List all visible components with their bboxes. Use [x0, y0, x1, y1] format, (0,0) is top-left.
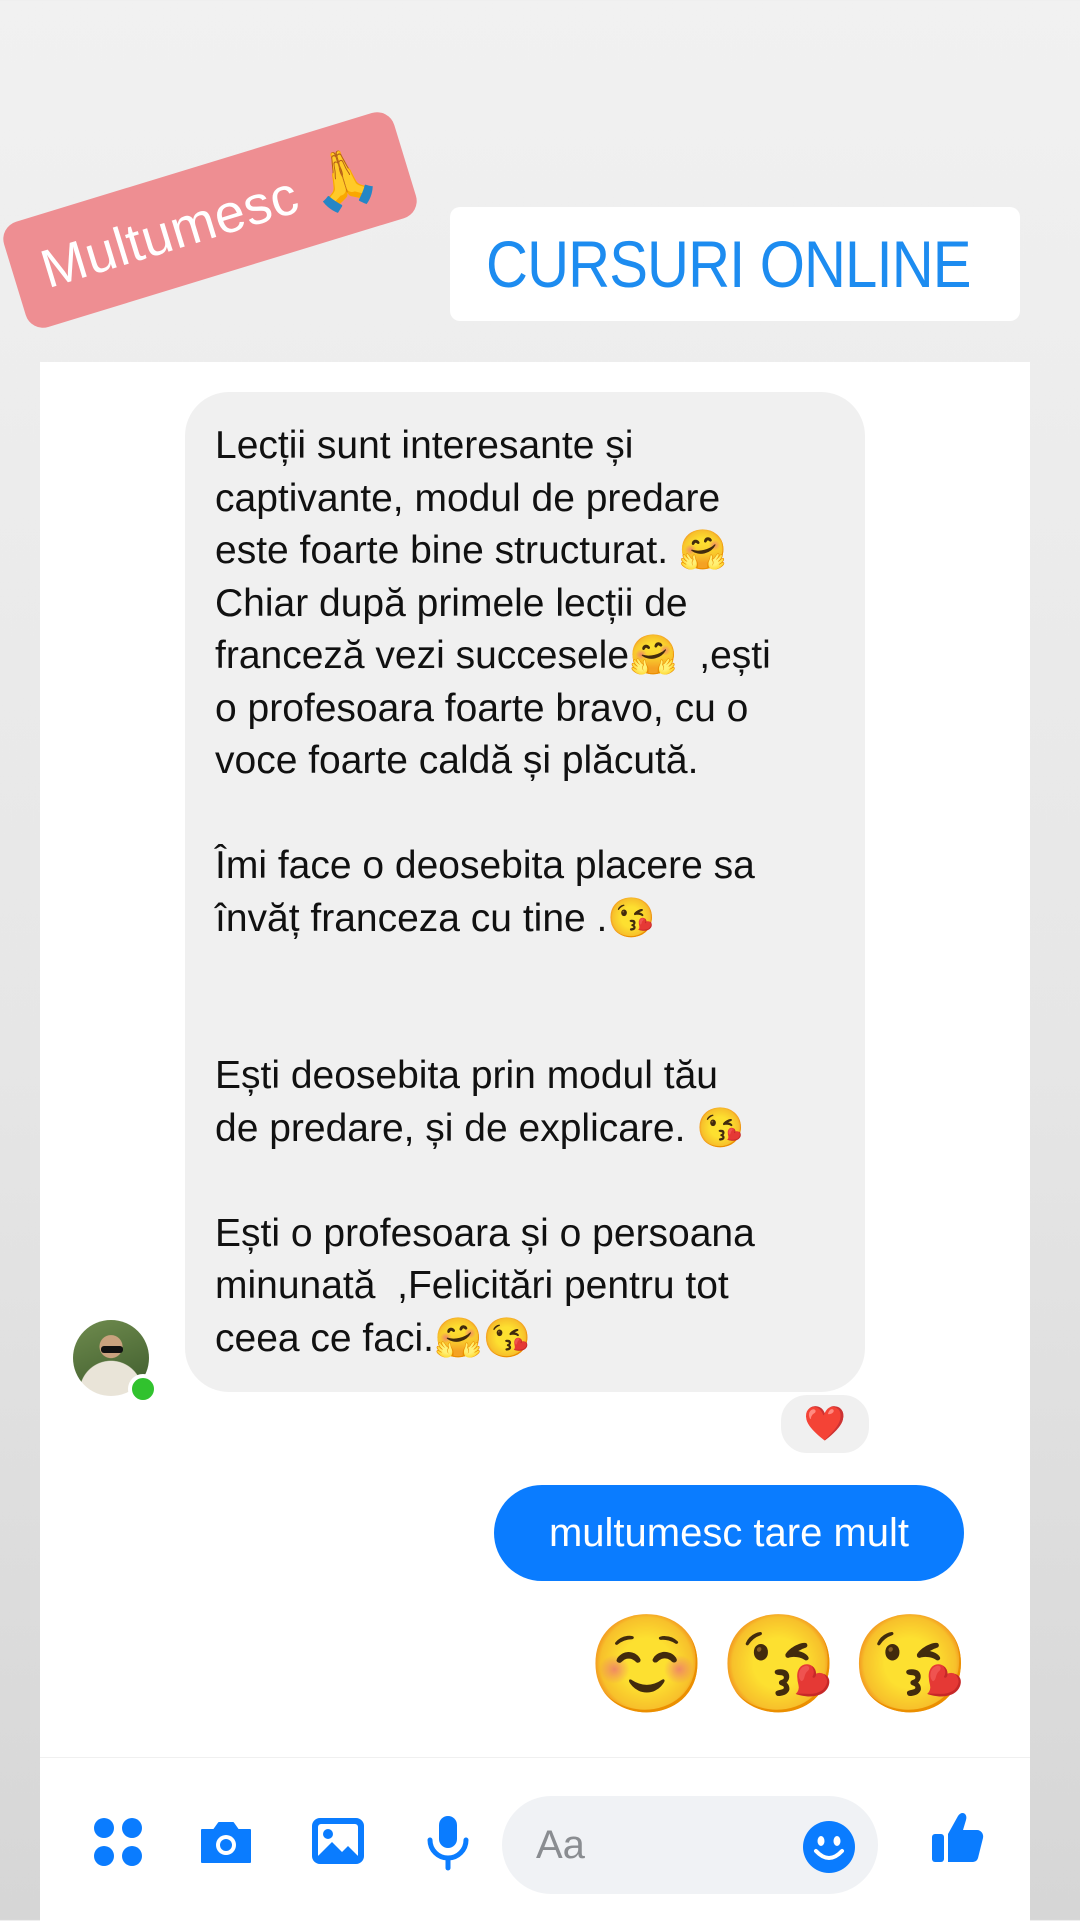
message-composer	[40, 1757, 1030, 1921]
smiling-face-icon: ☺️	[587, 1611, 707, 1718]
like-icon[interactable]	[928, 1808, 988, 1868]
link-sticker[interactable]: CURSURI ONLINE	[450, 207, 1020, 321]
praying-hands-icon: 🙏	[300, 138, 387, 220]
link-sticker-text: CURSURI ONLINE	[486, 227, 972, 301]
chat-screenshot: Lecții sunt interesante și captivante, m…	[40, 362, 1030, 1921]
online-status-dot	[128, 1374, 158, 1404]
emoji-icon[interactable]	[802, 1820, 856, 1874]
kissing-face-icon: 😘	[850, 1611, 970, 1718]
thanks-sticker-text: Multumesc	[33, 164, 306, 300]
camera-icon[interactable]	[196, 1812, 256, 1872]
apps-icon[interactable]	[88, 1812, 148, 1872]
avatar-glasses	[101, 1346, 123, 1353]
incoming-message-bubble[interactable]: Lecții sunt interesante și captivante, m…	[185, 392, 865, 1392]
outgoing-message-text: multumesc tare mult	[548, 1510, 910, 1555]
outgoing-emoji-message[interactable]: ☺️ 😘 😘	[587, 1610, 970, 1720]
microphone-icon[interactable]	[418, 1812, 478, 1872]
kissing-face-icon: 😘	[718, 1611, 839, 1718]
heart-icon: ❤️	[803, 1405, 847, 1443]
incoming-message-text: Lecții sunt interesante și captivante, m…	[215, 424, 771, 1360]
outgoing-message-bubble[interactable]: multumesc tare mult	[494, 1485, 964, 1581]
image-icon[interactable]	[308, 1812, 368, 1872]
heart-reaction[interactable]: ❤️	[778, 1392, 872, 1456]
thanks-sticker: Multumesc 🙏	[0, 107, 422, 333]
